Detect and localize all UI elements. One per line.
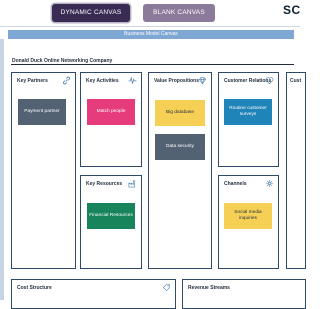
sticky-note[interactable]: Match people (87, 99, 135, 125)
value-propositions-title: Value Propositions (154, 78, 200, 84)
revenue-streams-title: Revenue Streams (188, 285, 230, 291)
value-propositions-block[interactable]: Value Propositions Big database Data sec… (148, 72, 212, 269)
brand-logo-text: SC (283, 3, 301, 17)
key-activities-title: Key Activities (86, 78, 119, 84)
link-icon (63, 76, 70, 85)
cost-tag-icon (162, 284, 170, 292)
key-partners-block[interactable]: Key Partners Payment partner (11, 72, 76, 269)
cost-structure-block[interactable]: Cost Structure (11, 279, 176, 309)
customer-segments-block[interactable]: Cust (286, 72, 306, 269)
key-partners-title: Key Partners (17, 78, 48, 84)
left-edge-bar (0, 39, 4, 300)
heart-icon (265, 77, 274, 85)
diamond-icon (199, 77, 206, 85)
factory-icon (128, 180, 136, 188)
customer-segments-title: Cust (290, 78, 302, 84)
key-resources-block[interactable]: Key Resources Financial Resources (80, 175, 142, 269)
sticky-note[interactable]: Data security (155, 134, 205, 160)
sticky-note[interactable]: Payment partner (18, 99, 66, 125)
sticky-note[interactable]: Social media inquiries (224, 203, 272, 229)
channels-title: Channels (224, 181, 247, 187)
canvas-title-bar: Business Model Canvas (8, 30, 294, 39)
toolbar-divider (0, 26, 300, 27)
top-toolbar: DYNAMIC CANVAS BLANK CANVAS SC (0, 0, 300, 26)
customer-relations-block[interactable]: Customer Relations Routine customer surv… (218, 72, 279, 167)
company-divider (11, 64, 294, 65)
revenue-streams-block[interactable]: Revenue Streams (182, 279, 306, 309)
network-icon (265, 179, 274, 188)
blank-canvas-button[interactable]: BLANK CANVAS (143, 4, 215, 22)
dynamic-canvas-button[interactable]: DYNAMIC CANVAS (52, 4, 130, 22)
sticky-note[interactable]: Financial Resources (87, 203, 135, 229)
key-activities-block[interactable]: Key Activities Match people (80, 72, 142, 167)
key-resources-title: Key Resources (86, 181, 123, 187)
sticky-note[interactable]: Routine customer surveys (224, 99, 272, 125)
cost-structure-title: Cost Structure (17, 285, 52, 291)
sticky-note[interactable]: Big database (155, 100, 205, 126)
channels-block[interactable]: Channels Social media inquiries (218, 175, 279, 269)
activity-pulse-icon (128, 76, 137, 84)
